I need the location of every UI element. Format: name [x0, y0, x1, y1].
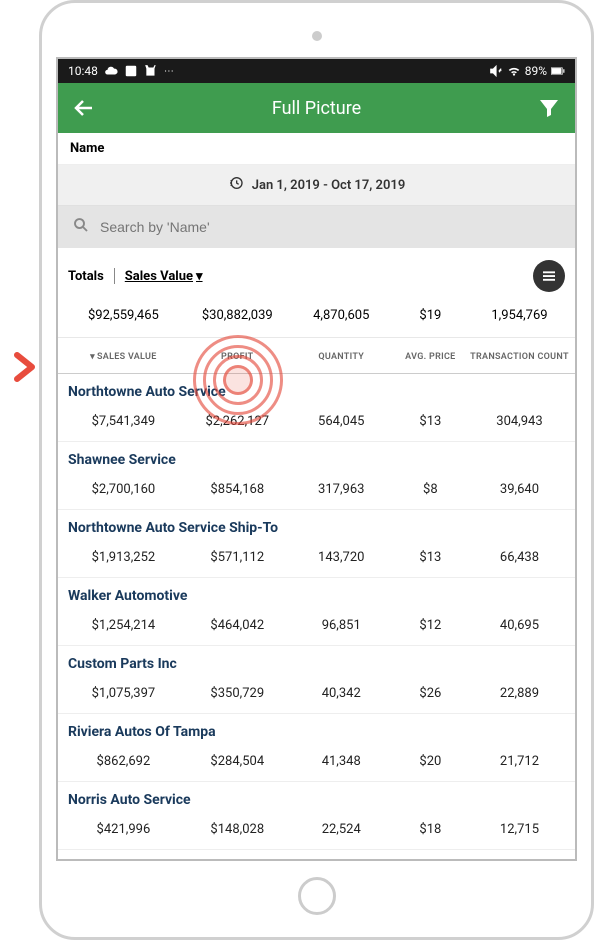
totals-sort-dropdown[interactable]: Sales Value ▾ — [125, 269, 203, 284]
cell-transaction-count: 66,438 — [470, 550, 569, 565]
search-icon — [72, 216, 90, 238]
cell-profit: $571,112 — [183, 550, 292, 565]
col-quantity[interactable]: QUANTITY — [292, 352, 391, 363]
row-name[interactable]: Custom Parts Inc — [58, 645, 575, 676]
tablet-frame: 10:48 ⋯ 89% — [39, 0, 594, 940]
shopping-icon — [144, 64, 158, 78]
row-name[interactable]: Northtowne Auto Service — [58, 374, 575, 404]
cell-avg-price: $20 — [391, 754, 470, 769]
cell-quantity: 41,348 — [292, 754, 391, 769]
camera-dot — [312, 31, 322, 41]
row-name[interactable]: Livermore & Klein Pa — [58, 849, 575, 861]
cell-profit: $2,262,127 — [183, 414, 292, 429]
cell-avg-price: $26 — [391, 686, 470, 701]
cell-sales-value: $1,913,252 — [64, 550, 183, 565]
back-button[interactable] — [72, 96, 96, 120]
cell-quantity: 564,045 — [292, 414, 391, 429]
chevron-down-icon: ▾ — [196, 269, 203, 284]
cell-transaction-count: 21,712 — [470, 754, 569, 769]
name-label: Name — [58, 133, 575, 165]
search-input[interactable] — [100, 219, 561, 235]
cell-quantity: 22,524 — [292, 822, 391, 837]
cell-avg-price: $18 — [391, 822, 470, 837]
history-icon — [228, 175, 244, 195]
cell-transaction-count: 39,640 — [470, 482, 569, 497]
cell-sales-value: $2,700,160 — [64, 482, 183, 497]
page-title: Full Picture — [96, 98, 537, 119]
search-bar[interactable] — [58, 206, 575, 248]
status-time: 10:48 — [68, 64, 98, 78]
row-values: $862,692$284,50441,348$2021,712 — [58, 744, 575, 781]
cell-avg-price: $13 — [391, 550, 470, 565]
row-name[interactable]: Riviera Autos Of Tampa — [58, 713, 575, 744]
row-values: $1,913,252$571,112143,720$1366,438 — [58, 540, 575, 577]
more-dots: ⋯ — [164, 66, 174, 77]
totals-sort-label: Sales Value — [125, 269, 193, 284]
row-name[interactable]: Norris Auto Service — [58, 781, 575, 812]
mute-icon — [489, 64, 503, 78]
cell-avg-price: $12 — [391, 618, 470, 633]
cell-transaction-count: 304,943 — [470, 414, 569, 429]
cell-profit: $284,504 — [183, 754, 292, 769]
totals-header: Totals Sales Value ▾ — [58, 248, 575, 296]
cell-sales-value: $1,075,397 — [64, 686, 183, 701]
col-sales-value[interactable]: ▾ SALES VALUE — [64, 352, 183, 363]
cell-transaction-count: 12,715 — [470, 822, 569, 837]
cell-avg-price: $8 — [391, 482, 470, 497]
column-headers: ▾ SALES VALUE PROFIT QUANTITY AVG. PRICE… — [58, 338, 575, 374]
row-values: $421,996$148,02822,524$1812,715 — [58, 812, 575, 849]
cell-quantity: 317,963 — [292, 482, 391, 497]
cell-profit: $464,042 — [183, 618, 292, 633]
row-name[interactable]: Northtowne Auto Service Ship-To — [58, 509, 575, 540]
home-button[interactable] — [298, 877, 336, 915]
cell-quantity: 143,720 — [292, 550, 391, 565]
screen: 10:48 ⋯ 89% — [56, 57, 577, 861]
totals-profit: $30,882,039 — [183, 308, 292, 323]
col-profit[interactable]: PROFIT — [183, 352, 292, 363]
cell-sales-value: $1,254,214 — [64, 618, 183, 633]
app-header: Full Picture — [58, 83, 575, 133]
cell-profit: $854,168 — [183, 482, 292, 497]
sort-down-icon: ▾ — [90, 352, 95, 362]
cell-profit: $148,028 — [183, 822, 292, 837]
totals-label: Totals — [68, 269, 104, 284]
date-range-text: Jan 1, 2019 - Oct 17, 2019 — [252, 178, 406, 193]
status-bar: 10:48 ⋯ 89% — [58, 59, 575, 83]
image-icon — [124, 64, 138, 78]
filter-button[interactable] — [537, 96, 561, 120]
cell-quantity: 96,851 — [292, 618, 391, 633]
row-values: $1,075,397$350,72940,342$2622,889 — [58, 676, 575, 713]
col-txn-count[interactable]: TRANSACTION COUNT — [470, 352, 569, 363]
row-name[interactable]: Shawnee Service — [58, 441, 575, 472]
totals-txn-count: 1,954,769 — [470, 308, 569, 323]
menu-button[interactable] — [533, 260, 565, 292]
cell-avg-price: $13 — [391, 414, 470, 429]
cell-sales-value: $421,996 — [64, 822, 183, 837]
totals-sales-value: $92,559,465 — [64, 308, 183, 323]
row-values: $7,541,349$2,262,127564,045$13304,943 — [58, 404, 575, 441]
cell-quantity: 40,342 — [292, 686, 391, 701]
battery-icon — [551, 64, 565, 78]
cell-transaction-count: 22,889 — [470, 686, 569, 701]
row-values: $1,254,214$464,04296,851$1240,695 — [58, 608, 575, 645]
totals-quantity: 4,870,605 — [292, 308, 391, 323]
col-avg-price[interactable]: AVG. PRICE — [391, 352, 470, 363]
cell-sales-value: $862,692 — [64, 754, 183, 769]
totals-row: $92,559,465 $30,882,039 4,870,605 $19 1,… — [58, 296, 575, 338]
date-range-bar[interactable]: Jan 1, 2019 - Oct 17, 2019 — [58, 165, 575, 206]
cell-transaction-count: 40,695 — [470, 618, 569, 633]
battery-percent: 89% — [525, 64, 547, 78]
totals-avg-price: $19 — [391, 308, 470, 323]
row-values: $2,700,160$854,168317,963$839,640 — [58, 472, 575, 509]
wifi-icon — [507, 64, 521, 78]
cloud-icon — [104, 64, 118, 78]
cell-sales-value: $7,541,349 — [64, 414, 183, 429]
cell-profit: $350,729 — [183, 686, 292, 701]
row-name[interactable]: Walker Automotive — [58, 577, 575, 608]
data-rows: Northtowne Auto Service$7,541,349$2,262,… — [58, 374, 575, 861]
red-arrow-icon — [5, 349, 41, 385]
